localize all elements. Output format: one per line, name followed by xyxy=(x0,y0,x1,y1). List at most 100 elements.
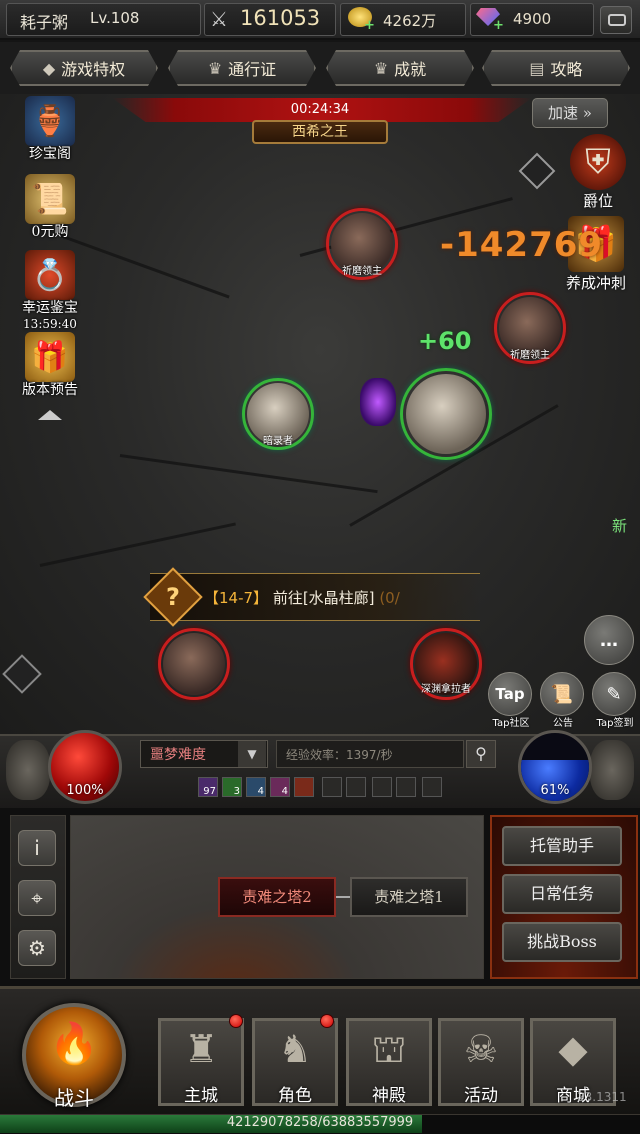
player-level: Lv.108 xyxy=(90,9,140,27)
tower-of-censure-2-button[interactable]: 责难之塔2 xyxy=(218,877,336,917)
scroll-icon: 📜 xyxy=(540,672,584,716)
helmet-icon: ♞ xyxy=(277,1027,313,1071)
book-icon: ▤ xyxy=(529,58,545,78)
chat-button[interactable]: … xyxy=(584,615,634,665)
tap-checkin-button[interactable]: ✎ Tap签到 xyxy=(592,672,638,729)
ally-unit[interactable]: 暗录者 xyxy=(242,378,314,450)
map-connector xyxy=(336,896,350,898)
chevron-down-icon[interactable]: ▼ xyxy=(238,741,266,767)
collapse-arrow-icon[interactable] xyxy=(38,410,62,420)
crown-icon: ♛ xyxy=(373,58,389,78)
quest-progress: (0/ xyxy=(379,589,400,607)
empty-buff-slot xyxy=(422,777,442,797)
question-mark-icon: ? xyxy=(166,583,180,611)
nav-label: 活动 xyxy=(464,1086,498,1106)
location-button[interactable]: ⌖ xyxy=(18,880,56,916)
challenge-boss-button[interactable]: 挑战Boss xyxy=(502,922,622,962)
nav-label: 角色 xyxy=(278,1086,312,1106)
version-preview-button[interactable]: 🎁 版本预告 xyxy=(14,332,86,398)
enemy-portrait xyxy=(163,633,225,695)
treasure-chest-icon: 🎁 xyxy=(25,332,75,382)
lucky-appraisal-button[interactable]: 💍 幸运鉴宝 13:59:40 xyxy=(14,250,86,332)
player-name: 耗子粥 xyxy=(20,13,69,32)
auto-assistant-button[interactable]: 托管助手 xyxy=(502,826,622,866)
new-badge: 新 xyxy=(612,517,628,535)
tab-achievements[interactable]: ♛ 成就 xyxy=(326,50,474,86)
enemy-name: 祈磨领主 xyxy=(510,350,550,361)
growth-sprint-label: 养成冲刺 xyxy=(565,274,626,292)
battle-label: 战斗 xyxy=(54,1086,94,1110)
tab-battle-pass[interactable]: ♛ 通行证 xyxy=(168,50,316,86)
boss-name: 西希之王 xyxy=(252,120,388,144)
tab-label: 攻略 xyxy=(550,60,583,79)
gem-amount: 4900 xyxy=(513,10,552,28)
enemy-unit[interactable]: 祈磨领主 xyxy=(326,208,398,280)
ground-crack xyxy=(119,454,378,494)
damage-number: -142769 xyxy=(440,225,604,265)
add-gold-icon[interactable]: + xyxy=(364,18,375,33)
zero-yuan-shop-button[interactable]: 📜 0元购 xyxy=(14,174,86,240)
settings-button[interactable]: ⚙ xyxy=(18,930,56,966)
announcement-button[interactable]: 📜 公告 xyxy=(540,672,586,729)
location-pin-icon: ⌖ xyxy=(31,886,43,910)
add-gem-icon[interactable]: + xyxy=(493,18,504,33)
temple-icon: ⛫ xyxy=(371,1027,407,1071)
battle-field: 00:24:34 西希之王 加速 » xyxy=(0,94,640,734)
buff-slot[interactable]: 4 xyxy=(270,777,290,797)
hp-percent: 100% xyxy=(66,783,104,798)
xp-rate: 经验效率：1397/秒 xyxy=(286,748,393,762)
tab-guide[interactable]: ▤ 攻略 xyxy=(482,50,630,86)
enemy-unit[interactable]: 祈磨领主 xyxy=(494,292,566,364)
enemy-name: 深渊拿拉者 xyxy=(421,684,471,695)
menu-button[interactable] xyxy=(600,6,632,34)
enemy-ring xyxy=(158,628,230,700)
nav-events[interactable]: ☠ 活动 xyxy=(438,1018,524,1106)
buff-slot[interactable]: 4 xyxy=(246,777,266,797)
tap-community-label: Tap社区 xyxy=(492,718,530,729)
ally-name: 暗录者 xyxy=(263,436,293,447)
rank-title-label: 爵位 xyxy=(582,192,613,210)
tab-label: 游戏特权 xyxy=(61,60,126,79)
rank-title-button[interactable]: ⛨ 爵位 xyxy=(560,134,636,211)
version-preview-label: 版本预告 xyxy=(22,382,78,398)
tower-of-censure-1-button[interactable]: 责难之塔1 xyxy=(350,877,468,917)
info-button[interactable]: i xyxy=(18,830,56,866)
tap-logo-icon: Tap xyxy=(488,672,532,716)
buff-slot[interactable]: 97 xyxy=(198,777,218,797)
quest-stage: 【14-7】 xyxy=(204,589,269,607)
empty-buff-slot xyxy=(322,777,342,797)
crossed-swords-icon: ⚔ xyxy=(210,7,228,31)
tap-community-button[interactable]: Tap Tap社区 xyxy=(488,672,534,729)
castle-emblem-icon: ♜ xyxy=(183,1027,219,1071)
feather-icon: ✎ xyxy=(592,672,636,716)
enemy-unit[interactable] xyxy=(158,628,230,700)
enemy-unit[interactable]: 深渊拿拉者 xyxy=(410,628,482,700)
experience-text: 42129078258/63883557999 xyxy=(226,1115,414,1130)
ring-icon: 💍 xyxy=(25,250,75,300)
hero-ring xyxy=(400,368,492,460)
difficulty-label: 噩梦难度 xyxy=(150,747,206,763)
buff-slot[interactable] xyxy=(294,777,314,797)
top-status-bar: 耗子粥 Lv.108 ⚔ 161053 + 4262万 + 4900 xyxy=(0,0,640,40)
nav-main-city[interactable]: ♜ 主城 xyxy=(158,1018,244,1106)
tab-game-privilege[interactable]: ◆ 游戏特权 xyxy=(10,50,158,86)
zero-yuan-shop-label: 0元购 xyxy=(31,224,69,240)
nav-temple[interactable]: ⛫ 神殿 xyxy=(346,1018,432,1106)
empty-buff-slot xyxy=(396,777,416,797)
purple-rune-icon xyxy=(360,378,396,426)
scroll-icon: 📜 xyxy=(25,174,75,224)
heal-number: +60 xyxy=(418,327,472,355)
treasure-pavilion-button[interactable]: 🏺 珍宝阁 xyxy=(14,96,86,162)
combat-power: 161053 xyxy=(240,6,321,30)
quest-objective: 前往[水晶柱廊] xyxy=(272,589,375,607)
speed-up-button[interactable]: 加速 » xyxy=(532,98,608,128)
diamond-icon: ◆ xyxy=(42,58,56,78)
empty-buff-slot xyxy=(346,777,366,797)
daily-tasks-button[interactable]: 日常任务 xyxy=(502,874,622,914)
announcement-label: 公告 xyxy=(553,718,573,729)
player-hero[interactable] xyxy=(400,368,492,460)
search-button[interactable]: ⚲ xyxy=(466,740,496,768)
chest-icon xyxy=(608,14,626,26)
nav-character[interactable]: ♞ 角色 xyxy=(252,1018,338,1106)
buff-slot[interactable]: 3 xyxy=(222,777,242,797)
